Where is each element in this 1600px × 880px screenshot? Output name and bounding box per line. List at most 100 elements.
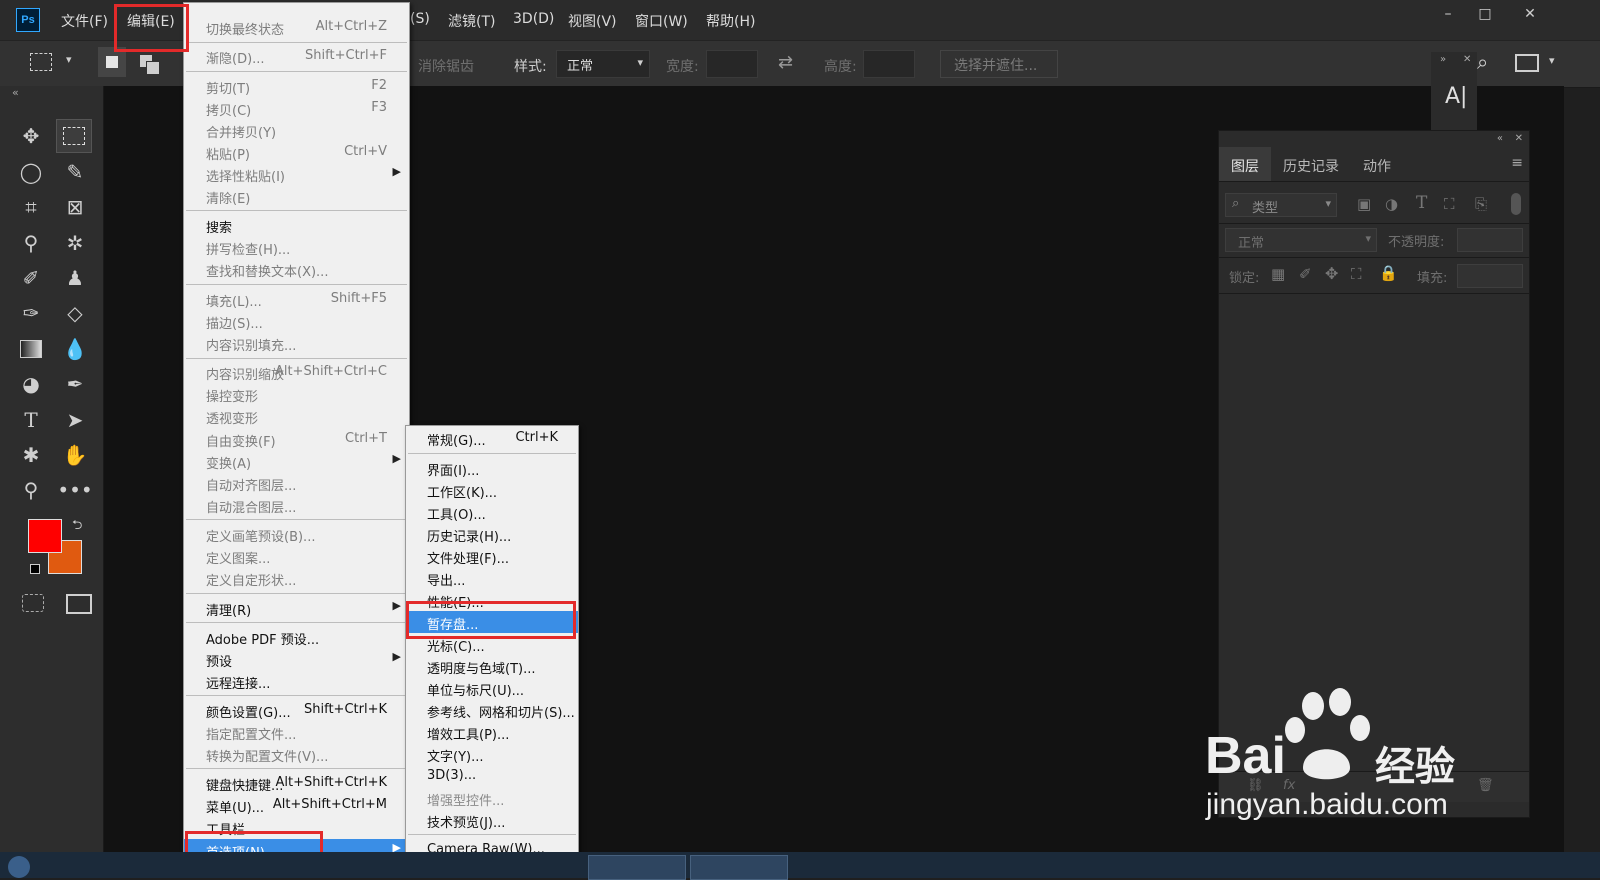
adjustment-filter-icon[interactable]: ◑	[1385, 195, 1398, 213]
opacity-input[interactable]	[1457, 228, 1523, 252]
pref-tech-previews[interactable]: 技术预览(J)...	[406, 809, 578, 831]
menu-item-content-aware-fill[interactable]: 内容识别填充...	[184, 332, 409, 354]
menu-window[interactable]: 窗口(W)	[635, 11, 688, 31]
menu-item-define-shape[interactable]: 定义自定形状...	[184, 567, 409, 589]
menu-item-assign-profile[interactable]: 指定配置文件...	[184, 721, 409, 743]
history-brush-tool-icon[interactable]: ✑	[14, 297, 48, 329]
chevron-down-icon[interactable]: ▾	[1549, 54, 1555, 67]
custom-shape-tool-icon[interactable]: ✱	[14, 439, 48, 471]
menu-item-fade[interactable]: 渐隐(D)... Shift+Ctrl+F	[184, 45, 409, 67]
menu-item-presets[interactable]: 预设 ▶	[184, 648, 409, 670]
pref-general[interactable]: 常规(G)... Ctrl+K	[406, 427, 578, 449]
pref-type[interactable]: 文字(Y)...	[406, 743, 578, 765]
menu-item-pdf-presets[interactable]: Adobe PDF 预设...	[184, 626, 409, 648]
menu-item-copy[interactable]: 拷贝(C) F3	[184, 97, 409, 119]
height-input[interactable]	[863, 50, 915, 78]
panel-menu-icon[interactable]: ≡	[1511, 155, 1523, 171]
dodge-tool-icon[interactable]: ◕	[14, 368, 48, 400]
lock-pixels-icon[interactable]: ✐	[1299, 265, 1312, 283]
tab-history[interactable]: 历史记录	[1283, 156, 1339, 176]
lock-transparent-icon[interactable]: ▦	[1271, 265, 1285, 283]
zoom-tool-icon[interactable]: ⚲	[14, 474, 48, 506]
shape-filter-icon[interactable]: ⛶	[1444, 195, 1455, 213]
swap-icon[interactable]: ⇄	[778, 52, 793, 73]
pref-export[interactable]: 导出...	[406, 567, 578, 589]
pref-plugins[interactable]: 增效工具(P)...	[406, 721, 578, 743]
layer-filter-select[interactable]: ⌕ 类型 ▾	[1225, 193, 1337, 217]
menu-item-free-transform[interactable]: 自由变换(F) Ctrl+T	[184, 428, 409, 450]
menu-item-menus[interactable]: 菜单(U)... Alt+Shift+Ctrl+M	[184, 794, 409, 816]
pref-workspace[interactable]: 工作区(K)...	[406, 479, 578, 501]
menu-filter[interactable]: 滤镜(T)	[448, 11, 495, 31]
menu-help[interactable]: 帮助(H)	[706, 11, 755, 31]
eraser-tool-icon[interactable]: ◇	[58, 297, 92, 329]
menu-item-find-replace[interactable]: 查找和替换文本(X)...	[184, 258, 409, 280]
marquee-tool-icon[interactable]	[30, 53, 52, 71]
workspace-icon[interactable]	[1515, 54, 1539, 72]
width-input[interactable]	[706, 50, 758, 78]
close-icon[interactable]: ✕	[1463, 54, 1471, 65]
swap-colors-icon[interactable]: ⮌	[72, 516, 82, 538]
menu-item-cut[interactable]: 剪切(T) F2	[184, 75, 409, 97]
blur-tool-icon[interactable]: 💧	[58, 333, 92, 365]
brush-tool-icon[interactable]: ✐	[14, 262, 48, 294]
menu-item-paste-special[interactable]: 选择性粘贴(I) ▶	[184, 163, 409, 185]
pref-interface[interactable]: 界面(I)...	[406, 457, 578, 479]
menu-item-fill[interactable]: 填充(L)... Shift+F5	[184, 288, 409, 310]
healing-brush-tool-icon[interactable]: ✲	[58, 227, 92, 259]
menu-item-content-aware-scale[interactable]: 内容识别缩放 Alt+Shift+Ctrl+C	[184, 361, 409, 383]
stamp-tool-icon[interactable]: ♟	[58, 262, 92, 294]
close-button[interactable]: ✕	[1519, 6, 1541, 24]
menu-item-remote-connections[interactable]: 远程连接...	[184, 670, 409, 692]
blend-mode-select[interactable]: 正常 ▾	[1225, 228, 1377, 252]
character-panel-icon[interactable]: A|	[1445, 84, 1467, 109]
pref-history[interactable]: 历史记录(H)...	[406, 523, 578, 545]
type-tool-icon[interactable]: T	[14, 404, 48, 436]
menu-item-color-settings[interactable]: 颜色设置(G)... Shift+Ctrl+K	[184, 699, 409, 721]
maximize-button[interactable]: □	[1474, 6, 1496, 24]
menu-item-puppet-warp[interactable]: 操控变形	[184, 383, 409, 405]
menu-item-perspective-warp[interactable]: 透视变形	[184, 405, 409, 427]
menu-item-auto-align[interactable]: 自动对齐图层...	[184, 472, 409, 494]
collapse-icon[interactable]: «	[12, 86, 19, 99]
foreground-color-swatch[interactable]	[28, 519, 62, 553]
menu-item-paste[interactable]: 粘贴(P) Ctrl+V	[184, 141, 409, 163]
menu-view[interactable]: 视图(V)	[568, 11, 617, 31]
lasso-tool-icon[interactable]: ◯	[14, 156, 48, 188]
pref-units-rulers[interactable]: 单位与标尺(U)...	[406, 677, 578, 699]
pref-transparency[interactable]: 透明度与色域(T)...	[406, 655, 578, 677]
path-select-tool-icon[interactable]: ➤	[58, 404, 92, 436]
pref-tools[interactable]: 工具(O)...	[406, 501, 578, 523]
menu-select[interactable]: (S)	[410, 11, 430, 27]
expand-icon[interactable]: »	[1440, 54, 1446, 65]
style-select[interactable]: 正常 ▾	[556, 50, 650, 78]
gradient-tool-icon[interactable]	[14, 333, 48, 365]
image-filter-icon[interactable]: ▣	[1357, 195, 1371, 213]
menu-item-stroke[interactable]: 描边(S)...	[184, 310, 409, 332]
menu-item-define-pattern[interactable]: 定义图案...	[184, 545, 409, 567]
quick-mask-icon[interactable]	[22, 594, 44, 612]
collapse-icon[interactable]: «	[1497, 133, 1503, 144]
menu-item-auto-blend[interactable]: 自动混合图层...	[184, 494, 409, 516]
quick-select-tool-icon[interactable]: ✎	[58, 156, 92, 188]
default-colors-icon[interactable]	[30, 564, 40, 574]
taskbar-app[interactable]	[690, 855, 788, 880]
menu-item-convert-profile[interactable]: 转换为配置文件(V)...	[184, 743, 409, 765]
lock-all-icon[interactable]: 🔒	[1379, 264, 1398, 282]
menu-item-search[interactable]: 搜索	[184, 214, 409, 236]
start-button-icon[interactable]	[8, 856, 30, 878]
pref-guides-grid[interactable]: 参考线、网格和切片(S)...	[406, 699, 578, 721]
chevron-down-icon[interactable]: ▾	[66, 53, 72, 66]
menu-item-clear[interactable]: 清除(E)	[184, 185, 409, 207]
filter-toggle[interactable]	[1511, 193, 1521, 215]
pref-enhanced-controls[interactable]: 增强型控件...	[406, 787, 578, 809]
tab-layers[interactable]: 图层	[1219, 147, 1271, 181]
menu-item-keyboard-shortcuts[interactable]: 键盘快捷键... Alt+Shift+Ctrl+K	[184, 772, 409, 794]
fill-input[interactable]	[1457, 264, 1523, 288]
menu-item-spell-check[interactable]: 拼写检查(H)...	[184, 236, 409, 258]
menu-3d[interactable]: 3D(D)	[513, 11, 554, 27]
menu-item-define-brush[interactable]: 定义画笔预设(B)...	[184, 523, 409, 545]
close-icon[interactable]: ✕	[1515, 133, 1523, 144]
menu-file[interactable]: 文件(F)	[61, 11, 108, 31]
taskbar-app[interactable]	[588, 855, 686, 880]
